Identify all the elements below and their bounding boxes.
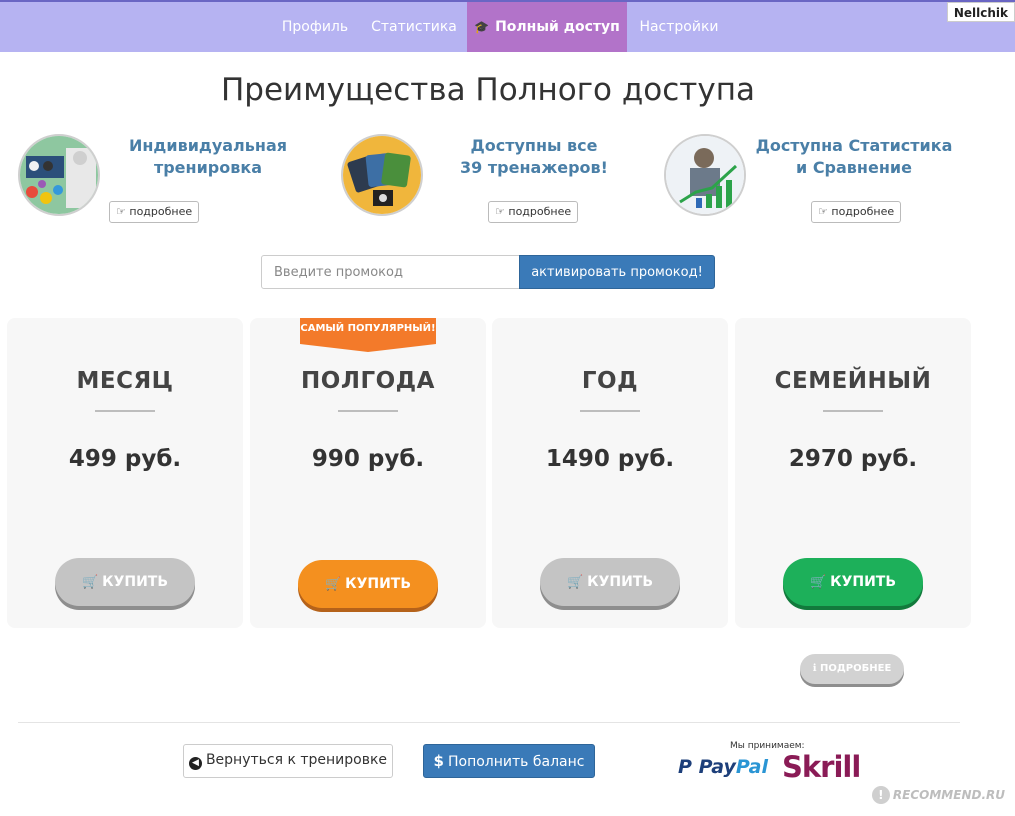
graduation-cap-icon: 🎓	[474, 20, 490, 34]
cart-icon: 🛒	[809, 575, 827, 590]
buy-label: КУПИТЬ	[587, 574, 654, 590]
hand-pointer-icon: ☞	[818, 205, 828, 218]
plan-price: 499 руб.	[68, 446, 182, 472]
page-title: Преимущества Полного доступа	[221, 72, 755, 108]
recommend-watermark: ! RECOMMEND.RU	[871, 786, 1005, 806]
feature-title: Доступна Статистика и Сравнение	[754, 135, 954, 179]
nav-tab-statistics[interactable]: Статистика	[362, 2, 466, 52]
feature-title-line2: 39 тренажеров!	[460, 158, 608, 177]
buy-button-year[interactable]: 🛒 КУПИТЬ	[540, 558, 680, 606]
plan-card-halfyear: ПОЛГОДА 990 руб. 🛒 КУПИТЬ	[250, 318, 486, 628]
paypal-p-icon: P	[678, 756, 692, 778]
footer-divider	[18, 722, 960, 723]
feature-image-statistics	[664, 134, 746, 216]
feature-more-button[interactable]: ☞ подробнее	[488, 201, 579, 223]
back-label: Вернуться к тренировке	[205, 752, 388, 768]
feature-title-line1: Доступна Статистика	[755, 136, 953, 155]
plan-divider	[823, 410, 883, 412]
feature-more-label: подробнее	[831, 205, 895, 218]
cart-icon: 🛒	[566, 575, 584, 590]
family-details-label: ПОДРОБНЕЕ	[820, 663, 892, 674]
feature-title-line1: Доступны все	[470, 136, 598, 155]
watermark-text: RECOMMEND.RU	[892, 788, 1005, 802]
plan-name: ПОЛГОДА	[301, 368, 435, 394]
popular-ribbon: САМЫЙ ПОПУЛЯРНЫЙ!	[300, 318, 436, 352]
user-name-badge[interactable]: Nellchik	[946, 2, 1015, 22]
feature-more-label: подробнее	[129, 205, 193, 218]
popular-ribbon-label: САМЫЙ ПОПУЛЯРНЫЙ!	[300, 323, 436, 334]
plan-price: 1490 руб.	[545, 446, 675, 472]
feature-image-trainers	[341, 134, 423, 216]
plan-card-year: ГОД 1490 руб. 🛒 КУПИТЬ	[492, 318, 728, 628]
buy-button-family[interactable]: 🛒 КУПИТЬ	[783, 558, 923, 606]
nav-tab-full-access-label: Полный доступ	[495, 19, 620, 35]
plan-card-month: МЕСЯЦ 499 руб. 🛒 КУПИТЬ	[7, 318, 243, 628]
feature-image-training	[18, 134, 100, 216]
buy-button-halfyear[interactable]: 🛒 КУПИТЬ	[298, 560, 438, 608]
paypal-text-pay: Pay	[698, 756, 736, 778]
feature-more-label: подробнее	[508, 205, 572, 218]
nav-tab-full-access[interactable]: 🎓 Полный доступ	[467, 2, 627, 52]
recommend-badge-icon: !	[871, 786, 890, 804]
nav-tab-settings[interactable]: Настройки	[628, 2, 730, 52]
paypal-logo: P PayPal	[678, 756, 768, 778]
plan-card-family: СЕМЕЙНЫЙ 2970 руб. 🛒 КУПИТЬ	[735, 318, 971, 628]
family-details-button[interactable]: ℹ ПОДРОБНЕЕ	[800, 654, 904, 684]
nav-tab-profile[interactable]: Профиль	[270, 2, 360, 52]
feature-more-button[interactable]: ☞ подробнее	[109, 201, 200, 223]
buy-label: КУПИТЬ	[102, 574, 169, 590]
plan-price: 2970 руб.	[788, 446, 918, 472]
cart-icon: 🛒	[81, 575, 99, 590]
back-to-training-button[interactable]: ◀ Вернуться к тренировке	[183, 744, 393, 778]
feature-title-line1: Индивидуальная	[128, 136, 288, 155]
top-up-balance-button[interactable]: $ Пополнить баланс	[423, 744, 595, 778]
buy-label: КУПИТЬ	[830, 574, 897, 590]
hand-pointer-icon: ☞	[495, 205, 505, 218]
buy-label: КУПИТЬ	[345, 576, 412, 592]
hand-pointer-icon: ☞	[116, 205, 126, 218]
activate-promo-button[interactable]: активировать промокод!	[519, 255, 715, 289]
plan-name: СЕМЕЙНЫЙ	[774, 368, 932, 394]
plan-divider	[95, 410, 155, 412]
promo-code-input[interactable]	[261, 255, 520, 289]
dollar-icon: $	[433, 752, 444, 770]
plan-name: ГОД	[581, 368, 639, 394]
topup-label: Пополнить баланс	[447, 754, 585, 770]
plan-divider	[338, 410, 398, 412]
feature-title: Доступны все 39 тренажеров!	[436, 135, 632, 179]
top-navbar: Профиль Статистика 🎓 Полный доступ Настро…	[0, 0, 1015, 52]
skrill-logo: Skrill	[782, 750, 861, 784]
cart-icon: 🛒	[324, 577, 342, 592]
feature-title-line2: и Сравнение	[796, 158, 912, 177]
feature-more-button[interactable]: ☞ подробнее	[811, 201, 902, 223]
plan-price: 990 руб.	[311, 446, 425, 472]
paypal-text-pal: Pal	[735, 756, 768, 778]
plan-name: МЕСЯЦ	[76, 368, 174, 394]
plan-divider	[580, 410, 640, 412]
arrow-left-circle-icon: ◀	[188, 757, 202, 770]
buy-button-month[interactable]: 🛒 КУПИТЬ	[55, 558, 195, 606]
feature-title-line2: тренировка	[153, 158, 263, 177]
info-icon: ℹ	[812, 663, 817, 674]
feature-title: Индивидуальная тренировка	[110, 135, 306, 179]
